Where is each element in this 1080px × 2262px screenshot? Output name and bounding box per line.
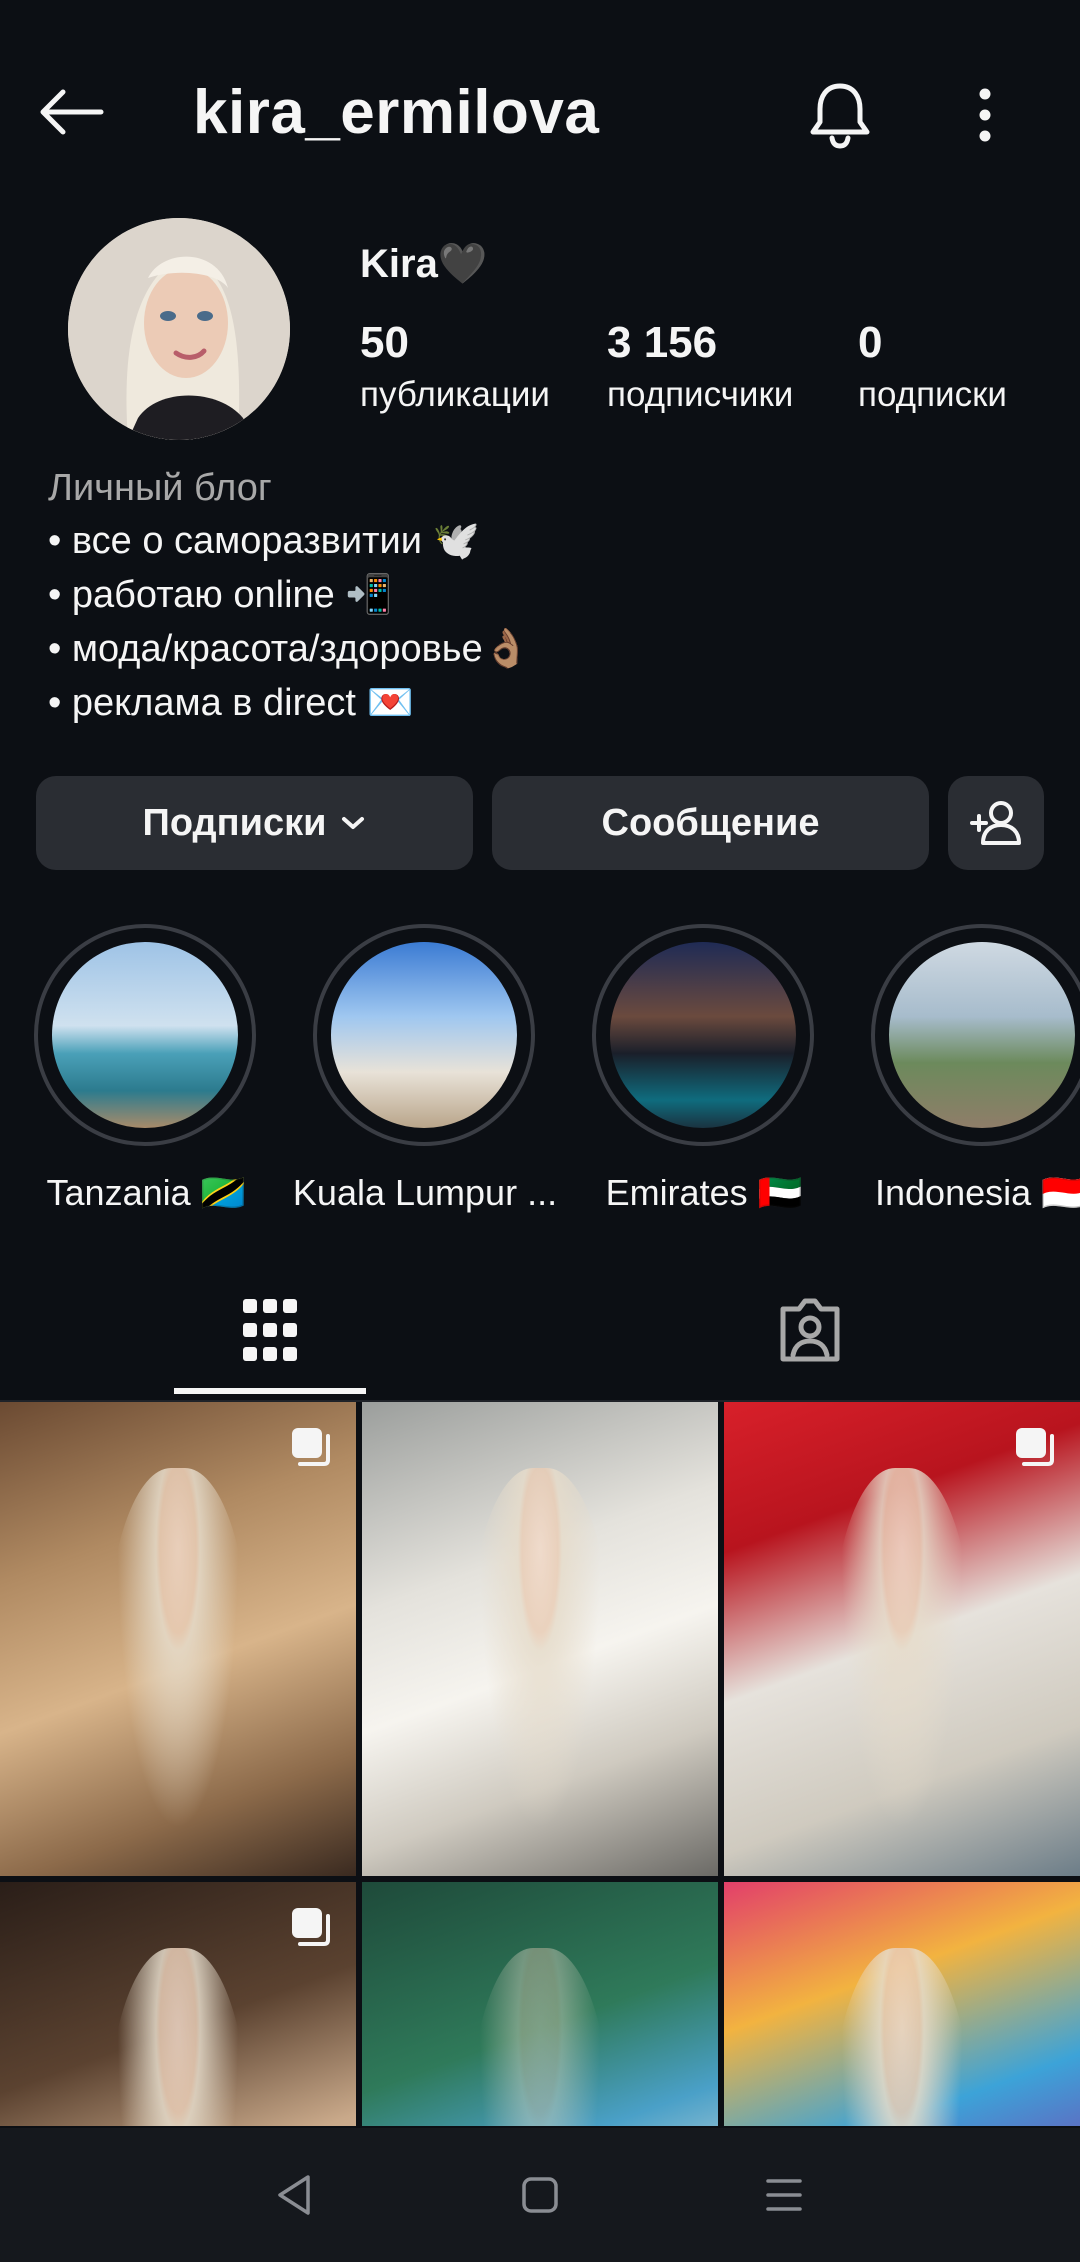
bio-line: • мода/красота/здоровье👌🏽 xyxy=(48,628,531,670)
highlight-ring xyxy=(592,924,814,1146)
profile-display-name: Kira🖤 xyxy=(360,242,488,286)
highlight-cover xyxy=(889,942,1075,1128)
square-home-icon xyxy=(522,2177,558,2213)
active-tab-indicator xyxy=(174,1388,366,1394)
story-highlight[interactable]: Kuala Lumpur ... xyxy=(293,924,557,1214)
bell-icon xyxy=(810,83,870,149)
highlight-cover xyxy=(52,942,238,1128)
grid-icon xyxy=(243,1299,297,1361)
system-home-button[interactable] xyxy=(500,2158,580,2232)
posts-grid xyxy=(0,1402,1080,2126)
system-recents-button[interactable] xyxy=(744,2158,824,2232)
post-subject xyxy=(106,1948,250,2126)
post-subject xyxy=(468,1948,612,2126)
highlight-label: Tanzania 🇹🇿 xyxy=(46,1172,246,1213)
highlight-label: Emirates 🇦🇪 xyxy=(605,1172,803,1213)
highlight-ring xyxy=(313,924,535,1146)
story-highlight[interactable]: Indonesia 🇮🇩 xyxy=(871,924,1080,1214)
stat-following-label: подписки xyxy=(858,375,1007,414)
avatar-portrait xyxy=(68,218,290,440)
story-highlight[interactable]: Emirates 🇦🇪 xyxy=(592,924,816,1214)
tab-tagged[interactable] xyxy=(540,1260,1080,1400)
profile-username: kira_ermilova xyxy=(193,78,600,147)
chevron-down-icon xyxy=(340,814,366,832)
more-vertical-icon xyxy=(979,88,991,142)
post-thumbnail[interactable] xyxy=(724,1402,1080,1876)
multiple-posts-icon xyxy=(292,1428,330,1466)
suggest-people-button[interactable] xyxy=(948,776,1044,870)
system-back-button[interactable] xyxy=(254,2158,334,2232)
multiple-posts-icon xyxy=(292,1908,330,1946)
system-navigation-bar xyxy=(0,2128,1080,2262)
profile-tabs xyxy=(0,1260,1080,1402)
post-thumbnail[interactable] xyxy=(362,1882,718,2126)
top-bar: kira_ermilova xyxy=(0,60,1080,160)
notifications-button[interactable] xyxy=(795,70,885,160)
tab-posts-grid[interactable] xyxy=(0,1260,540,1400)
highlight-cover xyxy=(331,942,517,1128)
message-button-label: Сообщение xyxy=(601,801,820,844)
bio-line: • все о саморазвитии 🕊️ xyxy=(48,520,480,562)
stat-posts-label: публикации xyxy=(360,375,550,414)
triangle-back-icon xyxy=(278,2175,310,2215)
stat-following-count: 0 xyxy=(858,318,883,367)
post-thumbnail[interactable] xyxy=(724,1882,1080,2126)
bio-line: • реклама в direct 💌 xyxy=(48,682,414,724)
highlight-label: Kuala Lumpur ... xyxy=(292,1172,558,1213)
stat-posts-count: 50 xyxy=(360,318,409,367)
highlight-cover xyxy=(610,942,796,1128)
profile-avatar[interactable] xyxy=(68,218,290,440)
bio-line: • работаю online 📲 xyxy=(48,574,393,616)
tagged-icon xyxy=(780,1298,840,1362)
highlight-ring xyxy=(34,924,256,1146)
post-thumbnail[interactable] xyxy=(362,1402,718,1876)
post-thumbnail[interactable] xyxy=(0,1882,356,2126)
post-subject xyxy=(830,1948,974,2126)
profile-bio: Личный блог • все о саморазвитии 🕊️ • ра… xyxy=(48,462,1048,730)
stat-followers[interactable]: 3 156 подписчики xyxy=(607,318,793,418)
post-subject xyxy=(830,1468,974,1876)
profile-screen: kira_ermilova Kira🖤 50 публикации 3 156 … xyxy=(0,0,1080,2262)
post-thumbnail[interactable] xyxy=(0,1402,356,1876)
multiple-posts-icon xyxy=(1016,1428,1054,1466)
add-person-icon xyxy=(970,801,1021,845)
following-button-label: Подписки xyxy=(142,801,327,844)
bio-category: Личный блог xyxy=(48,467,272,509)
following-dropdown-button[interactable]: Подписки xyxy=(36,776,473,870)
post-subject xyxy=(106,1468,250,1876)
menu-lines-icon xyxy=(766,2179,802,2211)
back-button[interactable] xyxy=(30,72,110,152)
highlight-label: Indonesia 🇮🇩 xyxy=(875,1172,1080,1213)
more-options-button[interactable] xyxy=(955,70,1015,160)
stat-posts[interactable]: 50 публикации xyxy=(360,318,550,418)
message-button[interactable]: Сообщение xyxy=(492,776,929,870)
highlight-ring xyxy=(871,924,1080,1146)
stat-followers-count: 3 156 xyxy=(607,318,718,367)
post-subject xyxy=(468,1468,612,1876)
back-arrow-icon xyxy=(40,89,104,135)
story-highlight[interactable]: Tanzania 🇹🇿 xyxy=(34,924,258,1214)
stat-following[interactable]: 0 подписки xyxy=(858,318,1007,418)
stat-followers-label: подписчики xyxy=(607,375,794,414)
